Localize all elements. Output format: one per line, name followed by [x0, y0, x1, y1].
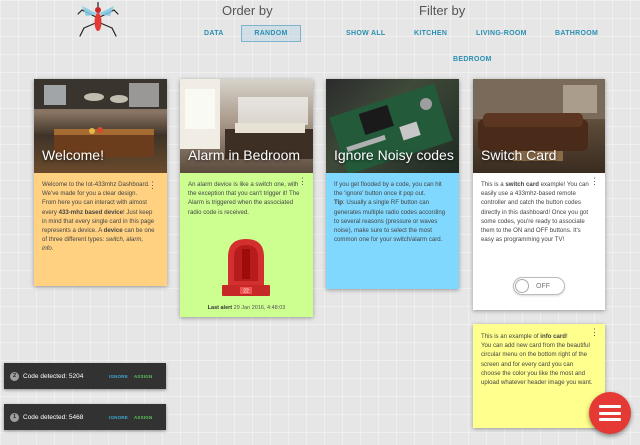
hamburger-line: [599, 418, 621, 421]
switch-toggle[interactable]: OFF: [513, 277, 565, 295]
toast-ignore-button[interactable]: IGNORE: [109, 374, 128, 379]
info-card-body-wrap: ⋮ This is an example of info card! You ca…: [473, 324, 605, 393]
siren-icon: 22: [222, 239, 270, 296]
toast-assign-button[interactable]: ASSIGN: [134, 374, 152, 379]
order-by-title: Order by: [222, 3, 273, 18]
last-alert-text: Last alert 29 Jan 2016, 4:48:03: [180, 304, 313, 313]
fab-menu-button[interactable]: [589, 392, 631, 434]
svg-text:22: 22: [243, 289, 249, 295]
alarm-card-title: Alarm in Bedroom: [188, 147, 301, 163]
last-alert-value: 29 Jan 2016, 4:48:03: [233, 304, 286, 311]
switch-card: Switch Card ⋮ This is a switch card exam…: [473, 79, 605, 310]
filter-by-title: Filter by: [419, 3, 466, 18]
toast-text: Code detected: 5468: [23, 413, 84, 421]
alarm-card-header-image: Alarm in Bedroom: [180, 79, 313, 173]
more-vert-icon[interactable]: ⋮: [590, 328, 599, 337]
toast-assign-button[interactable]: ASSIGN: [134, 415, 152, 420]
filter-bedroom-button[interactable]: BEDROOM: [447, 53, 498, 66]
toast-ignore-button[interactable]: IGNORE: [109, 415, 128, 420]
hamburger-menu-icon: [599, 405, 621, 408]
info-card: ⋮ This is an example of info card! You ca…: [473, 324, 605, 428]
info-card-body: This is an example of info card! You can …: [481, 333, 593, 387]
order-data-button[interactable]: DATA: [198, 27, 230, 40]
mosquito-logo-icon: [77, 2, 119, 37]
more-vert-icon[interactable]: ⋮: [148, 181, 634, 190]
filter-kitchen-button[interactable]: KITCHEN: [408, 27, 453, 40]
code-detected-toast: 2 Code detected: 5204 IGNORE ASSIGN: [4, 363, 166, 389]
switch-card-header-image: Switch Card: [473, 79, 605, 173]
toggle-label: OFF: [536, 283, 550, 290]
toast-count-badge: 1: [10, 412, 19, 422]
toast-text: Code detected: 5204: [23, 372, 84, 380]
toast-count-badge: 2: [10, 371, 19, 381]
filter-show-all-button[interactable]: SHOW ALL: [340, 27, 391, 40]
alarm-card: Alarm in Bedroom ⋮ An alarm device is li…: [180, 79, 313, 317]
toggle-knob: [515, 279, 529, 293]
noisy-card-header-image: Ignore Noisy codes: [326, 79, 459, 173]
order-random-button[interactable]: RANDOM: [241, 25, 301, 42]
alarm-card-body-wrap: ⋮ An alarm device is like a switch one, …: [180, 173, 313, 317]
welcome-card-title: Welcome!: [42, 147, 104, 163]
filter-bathroom-button[interactable]: BATHROOM: [549, 27, 604, 40]
last-alert-label: Last alert: [207, 304, 233, 311]
noisy-card-title: Ignore Noisy codes: [334, 147, 454, 163]
switch-card-body-wrap: ⋮ This is a switch card example! You can…: [473, 173, 605, 310]
filter-living-room-button[interactable]: LIVING-ROOM: [470, 27, 533, 40]
code-detected-toast: 1 Code detected: 5468 IGNORE ASSIGN: [4, 404, 166, 430]
hamburger-line: [599, 411, 621, 415]
welcome-card-header-image: Welcome!: [34, 79, 167, 173]
switch-card-title: Switch Card: [481, 147, 557, 163]
